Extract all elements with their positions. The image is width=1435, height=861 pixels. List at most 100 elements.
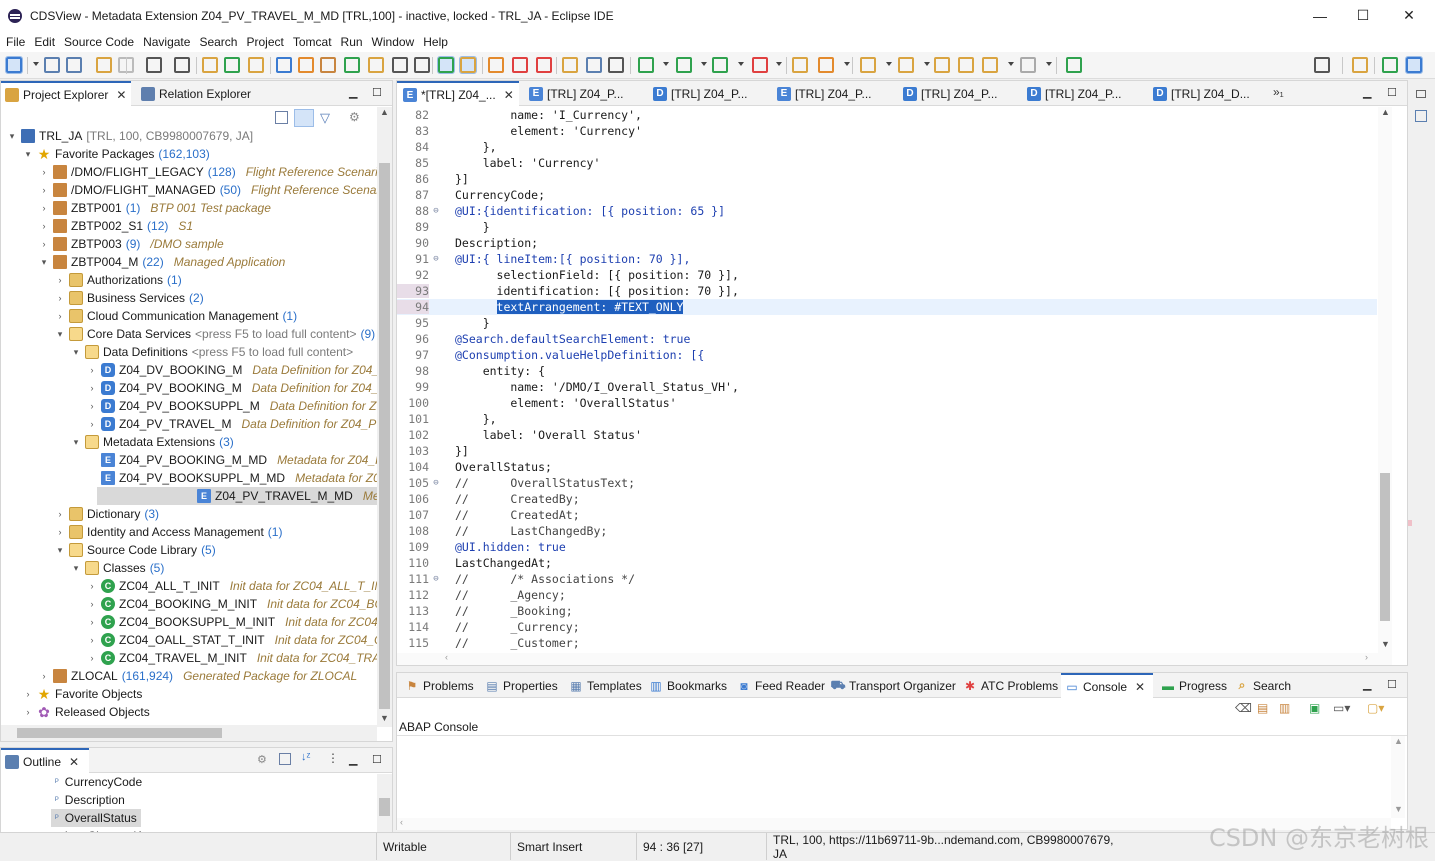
code-line[interactable]: 106 // CreatedBy; bbox=[397, 491, 1377, 507]
tab-outline[interactable]: Outline ✕ bbox=[1, 748, 89, 774]
collapse-all-icon[interactable] bbox=[275, 111, 288, 124]
collapsed-chevron-icon[interactable]: › bbox=[39, 221, 49, 231]
tree-item[interactable]: › /DMO/FLIGHT_LEGACY (128) Flight Reference… bbox=[1, 163, 377, 181]
dropdown-arrow-icon[interactable] bbox=[1008, 62, 1014, 66]
terminate-icon[interactable] bbox=[536, 57, 552, 73]
tree-vertical-scrollbar[interactable]: ▲ ▼ bbox=[377, 107, 392, 727]
fold-toggle-icon[interactable]: ⊖ bbox=[429, 206, 443, 216]
open-folder-icon[interactable] bbox=[792, 57, 808, 73]
expanded-chevron-icon[interactable]: ▾ bbox=[39, 257, 49, 267]
tree-item[interactable]: ▾ Metadata Extensions (3) bbox=[1, 433, 234, 451]
collapsed-chevron-icon[interactable]: › bbox=[39, 167, 49, 177]
next-annotation-icon[interactable] bbox=[562, 57, 578, 73]
expanded-chevron-icon[interactable]: ▾ bbox=[71, 563, 81, 573]
refresh-icon[interactable] bbox=[248, 57, 264, 73]
code-line[interactable]: 97 @Consumption.valueHelpDefinition: [{ bbox=[397, 347, 1377, 363]
collapsed-chevron-icon[interactable]: › bbox=[23, 707, 33, 717]
dropdown-arrow-icon[interactable] bbox=[738, 62, 744, 66]
minimize-view-icon[interactable]: ▁ bbox=[1363, 678, 1371, 691]
forward-icon[interactable] bbox=[1020, 57, 1036, 73]
tab-feed-reader[interactable]: ◙ Feed Reader bbox=[733, 673, 825, 698]
menu-tomcat[interactable]: Tomcat bbox=[289, 35, 337, 49]
menu-file[interactable]: File bbox=[2, 35, 30, 49]
close-tab-icon[interactable]: ✕ bbox=[116, 88, 126, 102]
code-line[interactable]: 98 entity: { bbox=[397, 363, 1377, 379]
code-line[interactable]: 102 label: 'Overall Status' bbox=[397, 427, 1377, 443]
minimize-view-icon[interactable]: ▁ bbox=[349, 753, 357, 766]
outline-item[interactable]: ᴾ Description bbox=[51, 791, 129, 809]
collapsed-chevron-icon[interactable]: › bbox=[55, 509, 65, 519]
collapse-all-icon[interactable] bbox=[279, 753, 291, 765]
collapsed-chevron-icon[interactable]: › bbox=[39, 239, 49, 249]
code-line[interactable]: 114 // _Currency; bbox=[397, 619, 1377, 635]
code-editor[interactable]: 82 name: 'I_Currency', 83 element: 'Curre… bbox=[397, 107, 1377, 653]
menu-source-code[interactable]: Source Code bbox=[60, 35, 139, 49]
dropdown-arrow-icon[interactable] bbox=[886, 62, 892, 66]
tree-item[interactable]: › C ZC04_OALL_STAT_T_INIT Init data for ZC0… bbox=[1, 631, 377, 649]
outline-scroll-thumb[interactable] bbox=[379, 798, 390, 816]
activate-all-icon[interactable] bbox=[320, 57, 336, 73]
restore-icon[interactable] bbox=[1416, 90, 1426, 98]
maximize-view-icon[interactable]: ☐ bbox=[372, 753, 382, 766]
tab-bookmarks[interactable]: ▥ Bookmarks bbox=[645, 673, 727, 698]
prev-edit-icon[interactable] bbox=[898, 57, 914, 73]
tab-relation-explorer[interactable]: Relation Explorer bbox=[137, 81, 251, 106]
code-line[interactable]: 95 } bbox=[397, 315, 1377, 331]
tree-item[interactable]: › Business Services (2) bbox=[1, 289, 204, 307]
close-tab-icon[interactable]: ✕ bbox=[69, 755, 79, 769]
tree-item[interactable]: › ★ Favorite Objects bbox=[1, 685, 143, 703]
tab-overflow-button[interactable]: »₁ bbox=[1273, 85, 1284, 99]
code-line[interactable]: 86}] bbox=[397, 171, 1377, 187]
tree-item[interactable]: E Z04_PV_TRAVEL_M_MD Metadata for Z04_PV_T… bbox=[97, 487, 377, 505]
tree-item[interactable]: › ZBTP003 (9) /DMO sample bbox=[1, 235, 224, 253]
tree-hscroll-thumb[interactable] bbox=[17, 728, 222, 738]
tree-item[interactable]: › C ZC04_BOOKING_M_INIT Init data for ZC04_… bbox=[1, 595, 377, 613]
menu-search[interactable]: Search bbox=[195, 35, 242, 49]
collapsed-chevron-icon[interactable]: › bbox=[55, 275, 65, 285]
code-line[interactable]: 92 selectionField: [{ position: 70 }], bbox=[397, 267, 1377, 283]
outline-item[interactable]: ᴾ OverallStatus bbox=[51, 809, 141, 827]
tab-project-explorer[interactable]: Project Explorer ✕ bbox=[1, 81, 131, 107]
minimize-button[interactable]: — bbox=[1297, 0, 1343, 31]
tab-templates[interactable]: ▦ Templates bbox=[565, 673, 641, 698]
perspective-icon[interactable] bbox=[1352, 57, 1368, 73]
collapsed-chevron-icon[interactable]: › bbox=[55, 527, 65, 537]
remove-icon[interactable] bbox=[512, 57, 528, 73]
tree-item[interactable]: › C ZC04_ALL_T_INIT Init data for ZC04_ALL_… bbox=[1, 577, 377, 595]
tab-problems[interactable]: ⚑ Problems bbox=[401, 673, 474, 698]
tab-progress[interactable]: ▬ Progress bbox=[1157, 673, 1227, 698]
console-vertical-scrollbar[interactable]: ▲ ▼ bbox=[1391, 736, 1405, 818]
tab-transport-organizer[interactable]: ⛟ Transport Organizer bbox=[827, 673, 955, 698]
new-icon[interactable] bbox=[5, 56, 23, 74]
code-line[interactable]: 100 element: 'OverallStatus' bbox=[397, 395, 1377, 411]
tree-item[interactable]: › Identity and Access Management (1) bbox=[1, 523, 282, 541]
lock-icon[interactable] bbox=[368, 57, 384, 73]
code-line[interactable]: 112 // _Agency; bbox=[397, 587, 1377, 603]
search-icon[interactable] bbox=[174, 57, 190, 73]
skip-icon[interactable] bbox=[488, 57, 504, 73]
collapsed-chevron-icon[interactable]: › bbox=[87, 383, 97, 393]
code-line[interactable]: 105 ⊖ // OverallStatusText; bbox=[397, 475, 1377, 491]
sort-icon[interactable]: ↓ᶻ bbox=[301, 751, 310, 763]
code-line[interactable]: 88 ⊖ @UI:{identification: [{ position: 65 … bbox=[397, 203, 1377, 219]
tree-item[interactable]: ▾ Source Code Library (5) bbox=[1, 541, 216, 559]
mark-occurrences-icon[interactable] bbox=[437, 56, 455, 74]
close-tab-icon[interactable]: ✕ bbox=[1135, 680, 1145, 694]
tab-properties[interactable]: ▤ Properties bbox=[481, 673, 557, 698]
code-line[interactable]: 111 ⊖ // /* Associations */ bbox=[397, 571, 1377, 587]
maximize-view-icon[interactable]: ☐ bbox=[372, 86, 382, 99]
display-console-icon[interactable]: ▭▾ bbox=[1333, 701, 1350, 715]
tree-horizontal-scrollbar[interactable] bbox=[1, 725, 377, 741]
open-perspective-icon[interactable] bbox=[1066, 57, 1082, 73]
filter-icon[interactable]: ▽ bbox=[320, 110, 330, 126]
dropdown-arrow-icon[interactable] bbox=[924, 62, 930, 66]
maximize-button[interactable]: ☐ bbox=[1340, 0, 1386, 31]
task-list-icon[interactable] bbox=[1415, 110, 1427, 122]
tree-item[interactable]: › Authorizations (1) bbox=[1, 271, 182, 289]
coverage-icon[interactable] bbox=[712, 57, 728, 73]
code-line[interactable]: 94 textArrangement: #TEXT_ONLY bbox=[397, 299, 1377, 315]
expanded-chevron-icon[interactable]: ▾ bbox=[7, 131, 17, 141]
tree-item[interactable]: E Z04_PV_BOOKING_M_MD Metadata for Z04_PV_ bbox=[1, 451, 377, 469]
tree-item[interactable]: ▾ Data Definitions <press F5 to load full … bbox=[1, 343, 353, 361]
tree-item[interactable]: › /DMO/FLIGHT_MANAGED (50) Flight Reference… bbox=[1, 181, 377, 199]
